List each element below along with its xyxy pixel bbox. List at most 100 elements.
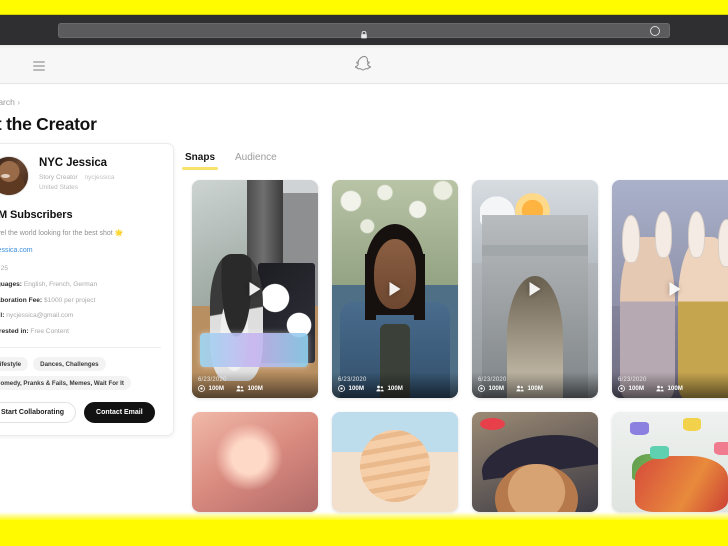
- creator-handle: nycjessica: [84, 174, 115, 182]
- detail-label: ollaboration Fee:: [0, 296, 43, 304]
- category-tag[interactable]: Dances, Challenges: [33, 357, 106, 372]
- snap-reach: 100M: [516, 385, 543, 392]
- brand-band-top-edge: [0, 14, 728, 15]
- snap-meta: 6/23/2020 100M 100M: [612, 371, 728, 398]
- creator-website-link[interactable]: ycjessica.com: [0, 247, 33, 254]
- profile-header: NYC Jessica Story Creator nycjessica Uni…: [0, 156, 161, 196]
- tab-audience[interactable]: Audience: [235, 152, 277, 170]
- creator-content: Snaps Audience 6/23/2020 100M 100M 6/23/202…: [181, 144, 728, 512]
- page-body: or Search › out the Creator NYC Jessica …: [0, 84, 728, 520]
- url-bar[interactable]: [58, 23, 670, 39]
- creator-role: Story Creator nycjessica: [39, 173, 114, 183]
- category-tag-list-2: Comedy, Pranks & Fails, Memes, Wait For …: [0, 376, 161, 391]
- snap-reach: 100M: [656, 385, 683, 392]
- snap-cell: 6/23/2020 100M 100M: [605, 180, 728, 398]
- snap-cell: 6/23/2020 100M 100M: [185, 180, 325, 398]
- snap-stats: 100M 100M: [338, 385, 452, 392]
- snap-views: 100M: [618, 385, 644, 392]
- snap-date: 6/23/2020: [198, 376, 227, 383]
- creator-name: NYC Jessica: [39, 157, 107, 169]
- play-icon[interactable]: [669, 282, 681, 296]
- people-icon: [656, 385, 664, 392]
- brand-band-bottom: [0, 520, 728, 546]
- snap-card[interactable]: [612, 412, 728, 512]
- snapchat-ghost-icon[interactable]: [354, 54, 373, 77]
- snap-cell: [605, 412, 728, 512]
- profile-identity: NYC Jessica Story Creator nycjessica Uni…: [39, 156, 114, 193]
- detail-row-interested-in: nterested in: Free Content: [0, 327, 161, 336]
- detail-row-languages: anguages: English, French, German: [0, 280, 161, 289]
- creator-profile-card: NYC Jessica Story Creator nycjessica Uni…: [0, 143, 174, 437]
- snap-cell: [325, 412, 465, 512]
- people-icon: [236, 385, 244, 392]
- detail-label: mail:: [0, 312, 5, 320]
- reload-icon[interactable]: [650, 25, 660, 36]
- play-icon[interactable]: [249, 282, 261, 296]
- snap-cell: 6/23/2020 100M 100M: [325, 180, 465, 398]
- tab-snaps[interactable]: Snaps: [181, 152, 219, 170]
- snap-reach: 100M: [376, 385, 403, 392]
- snap-views: 100M: [198, 385, 224, 392]
- grid-menu-icon[interactable]: [32, 61, 45, 71]
- detail-value: 25: [0, 265, 9, 273]
- creator-role-label: Story Creator: [39, 174, 78, 182]
- detail-value: nycjessica@gmail.com: [6, 312, 74, 320]
- detail-row-fee: ollaboration Fee: $1000 per project: [0, 296, 161, 305]
- creator-bio: travel the world looking for the best sh…: [0, 230, 124, 237]
- chrome-bottom-strip: [0, 45, 728, 48]
- brand-band-top: [0, 0, 728, 14]
- snap-card[interactable]: [332, 412, 458, 512]
- snap-meta: 6/23/2020 100M 100M: [472, 371, 598, 398]
- snap-stats: 100M 100M: [618, 385, 728, 392]
- snap-views: 100M: [478, 385, 504, 392]
- people-icon: [376, 385, 384, 392]
- snap-date: 6/23/2020: [478, 376, 507, 383]
- content-tabs: Snaps Audience: [181, 144, 728, 170]
- snap-card[interactable]: [192, 412, 318, 512]
- breadcrumb[interactable]: or Search ›: [0, 97, 20, 107]
- snap-stats: 100M 100M: [198, 385, 312, 392]
- snap-card[interactable]: 6/23/2020 100M 100M: [332, 180, 458, 398]
- start-collaborating-button[interactable]: Start Collaborating: [0, 402, 77, 424]
- browser-chrome: [0, 15, 728, 45]
- eye-icon: [618, 385, 625, 392]
- snap-card[interactable]: 6/23/2020 100M 100M: [472, 180, 598, 398]
- people-icon: [516, 385, 524, 392]
- breadcrumb-chevron: ›: [17, 97, 21, 107]
- eye-icon: [338, 385, 345, 392]
- snap-card[interactable]: 6/23/2020 100M 100M: [612, 180, 728, 398]
- category-tag-list: Lifestyle Dances, Challenges: [0, 357, 161, 372]
- snap-card[interactable]: [472, 412, 598, 512]
- snap-date: 6/23/2020: [338, 376, 367, 383]
- snap-reach: 100M: [236, 385, 263, 392]
- snap-cell: [465, 412, 605, 512]
- play-icon[interactable]: [529, 282, 541, 296]
- detail-value: Free Content: [30, 328, 69, 336]
- detail-label: anguages:: [0, 280, 22, 288]
- breadcrumb-label: or Search: [0, 97, 15, 107]
- creator-detail-list: ge: 25 anguages: English, French, German…: [0, 264, 161, 336]
- detail-label: nterested in:: [0, 328, 29, 336]
- snap-grid-row-1: 6/23/2020 100M 100M 6/23/2020 100M 100M 6/23/2…: [185, 180, 728, 398]
- lock-icon: [361, 26, 368, 39]
- subscriber-count: .5M Subscribers: [0, 209, 73, 221]
- divider: [0, 347, 161, 349]
- snap-stats: 100M 100M: [478, 385, 592, 392]
- snap-grid-row-2: [185, 412, 728, 512]
- category-tag[interactable]: Comedy, Pranks & Fails, Memes, Wait For …: [0, 376, 131, 391]
- contact-email-button[interactable]: Contact Email: [84, 402, 155, 424]
- category-tag[interactable]: Lifestyle: [0, 357, 29, 372]
- play-icon[interactable]: [389, 282, 401, 296]
- snap-cell: [185, 412, 325, 512]
- app-header-left: rtplace: [0, 48, 45, 84]
- snap-meta: 6/23/2020 100M 100M: [192, 371, 318, 398]
- snap-date: 6/23/2020: [618, 376, 647, 383]
- screenshot-root: rtplace or Search › out the Creator NYC …: [0, 0, 728, 546]
- snap-views: 100M: [338, 385, 364, 392]
- snap-card[interactable]: 6/23/2020 100M 100M: [192, 180, 318, 398]
- eye-icon: [478, 385, 485, 392]
- profile-actions: Start Collaborating Contact Email: [0, 402, 161, 424]
- detail-row-age: ge: 25: [0, 264, 161, 273]
- detail-value: English, French, German: [23, 280, 98, 288]
- detail-value: $1000 per project: [43, 296, 96, 304]
